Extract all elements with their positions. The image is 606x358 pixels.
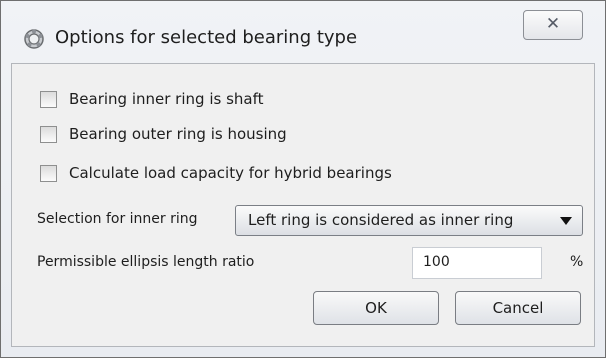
options-dialog: Options for selected bearing type ✕ Bear… xyxy=(0,0,606,358)
inner-ring-select[interactable]: Left ring is considered as inner ring xyxy=(235,205,583,236)
options-panel: Bearing inner ring is shaft Bearing oute… xyxy=(11,63,595,347)
hybrid-bearing-option[interactable]: Calculate load capacity for hybrid beari… xyxy=(40,161,392,185)
cancel-button[interactable]: Cancel xyxy=(455,291,581,325)
bearing-app-icon xyxy=(24,29,44,49)
ellipsis-ratio-input[interactable]: 100 xyxy=(412,247,542,279)
outer-ring-housing-label: Bearing outer ring is housing xyxy=(69,125,287,143)
inner-ring-selection-label: Selection for inner ring xyxy=(37,211,198,227)
inner-ring-shaft-label: Bearing inner ring is shaft xyxy=(69,90,264,108)
ok-button[interactable]: OK xyxy=(313,291,439,325)
ellipsis-ratio-label: Permissible ellipsis length ratio xyxy=(37,254,255,270)
outer-ring-housing-option[interactable]: Bearing outer ring is housing xyxy=(40,122,287,146)
close-icon: ✕ xyxy=(545,14,561,34)
dialog-title: Options for selected bearing type xyxy=(55,27,358,48)
inner-ring-shaft-option[interactable]: Bearing inner ring is shaft xyxy=(40,87,263,111)
hybrid-bearing-checkbox[interactable] xyxy=(40,164,57,182)
title-bar: Options for selected bearing type ✕ xyxy=(1,1,605,49)
ellipsis-ratio-unit: % xyxy=(570,254,584,270)
chevron-down-icon xyxy=(560,217,572,225)
inner-ring-shaft-checkbox[interactable] xyxy=(40,90,57,108)
inner-ring-select-value: Left ring is considered as inner ring xyxy=(248,211,514,229)
close-button[interactable]: ✕ xyxy=(523,10,583,40)
outer-ring-housing-checkbox[interactable] xyxy=(40,125,57,143)
hybrid-bearing-label: Calculate load capacity for hybrid beari… xyxy=(69,164,392,182)
